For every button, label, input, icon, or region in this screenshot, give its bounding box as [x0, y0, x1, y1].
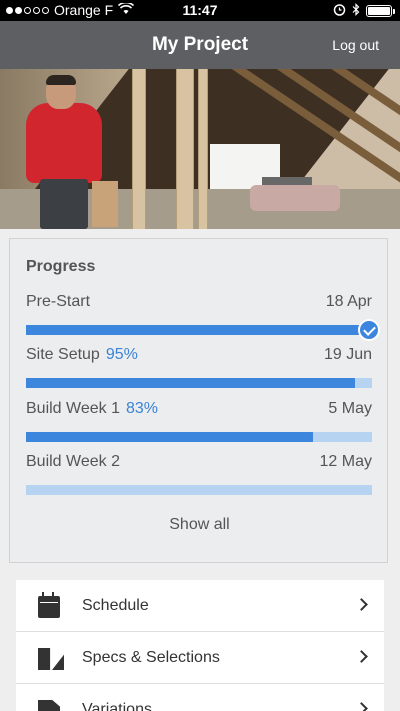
menu-item-label: Variations: [82, 701, 152, 711]
menu-item-schedule[interactable]: Schedule: [16, 580, 384, 632]
document-icon: [38, 700, 60, 711]
stage-percent: 95%: [105, 346, 138, 363]
menu-item-specs[interactable]: Specs & Selections: [16, 632, 384, 684]
stage-date: 12 May: [319, 453, 372, 470]
alarm-icon: [333, 3, 346, 19]
stage-date: 19 Jun: [323, 346, 372, 363]
chevron-right-icon: [355, 702, 368, 711]
stage-date: 5 May: [328, 400, 372, 417]
stage-percent: 83%: [125, 400, 159, 417]
menu-item-variations[interactable]: Variations: [16, 684, 384, 711]
progress-card: Progress Pre-Start 18 Apr Site Setup 95% …: [9, 238, 388, 563]
menu-item-label: Schedule: [82, 597, 149, 614]
chevron-right-icon: [355, 598, 368, 611]
stage-progress-bar: [26, 432, 372, 442]
chevron-right-icon: [355, 650, 368, 663]
stage-progress-fill: [26, 432, 314, 442]
calendar-icon: [38, 592, 60, 618]
status-bar: Orange F 11:47: [0, 0, 400, 21]
menu-item-label: Specs & Selections: [82, 649, 220, 666]
stage-progress-fill: [26, 378, 355, 388]
stage-progress-bar: [26, 485, 372, 495]
navigation-bar: My Project Log out: [0, 21, 400, 69]
battery-icon: [366, 5, 395, 17]
show-all-button[interactable]: Show all: [10, 516, 389, 534]
stage-name: Build Week 1 83%: [26, 400, 159, 417]
completed-check-icon: [358, 319, 380, 341]
bluetooth-icon: [352, 3, 360, 19]
stage-progress-bar: [26, 378, 372, 388]
project-photo: [0, 69, 400, 229]
stage-name: Site Setup 95%: [26, 346, 138, 363]
progress-heading: Progress: [26, 258, 96, 275]
stage-progress-fill: [26, 325, 372, 335]
stage-date: 18 Apr: [325, 293, 372, 310]
logout-button[interactable]: Log out: [332, 37, 379, 53]
stage-name: Pre-Start: [26, 293, 91, 310]
stage-name: Build Week 2: [26, 453, 120, 470]
stage-progress-bar: [26, 325, 372, 335]
project-menu: Schedule Specs & Selections Variations: [16, 580, 384, 711]
